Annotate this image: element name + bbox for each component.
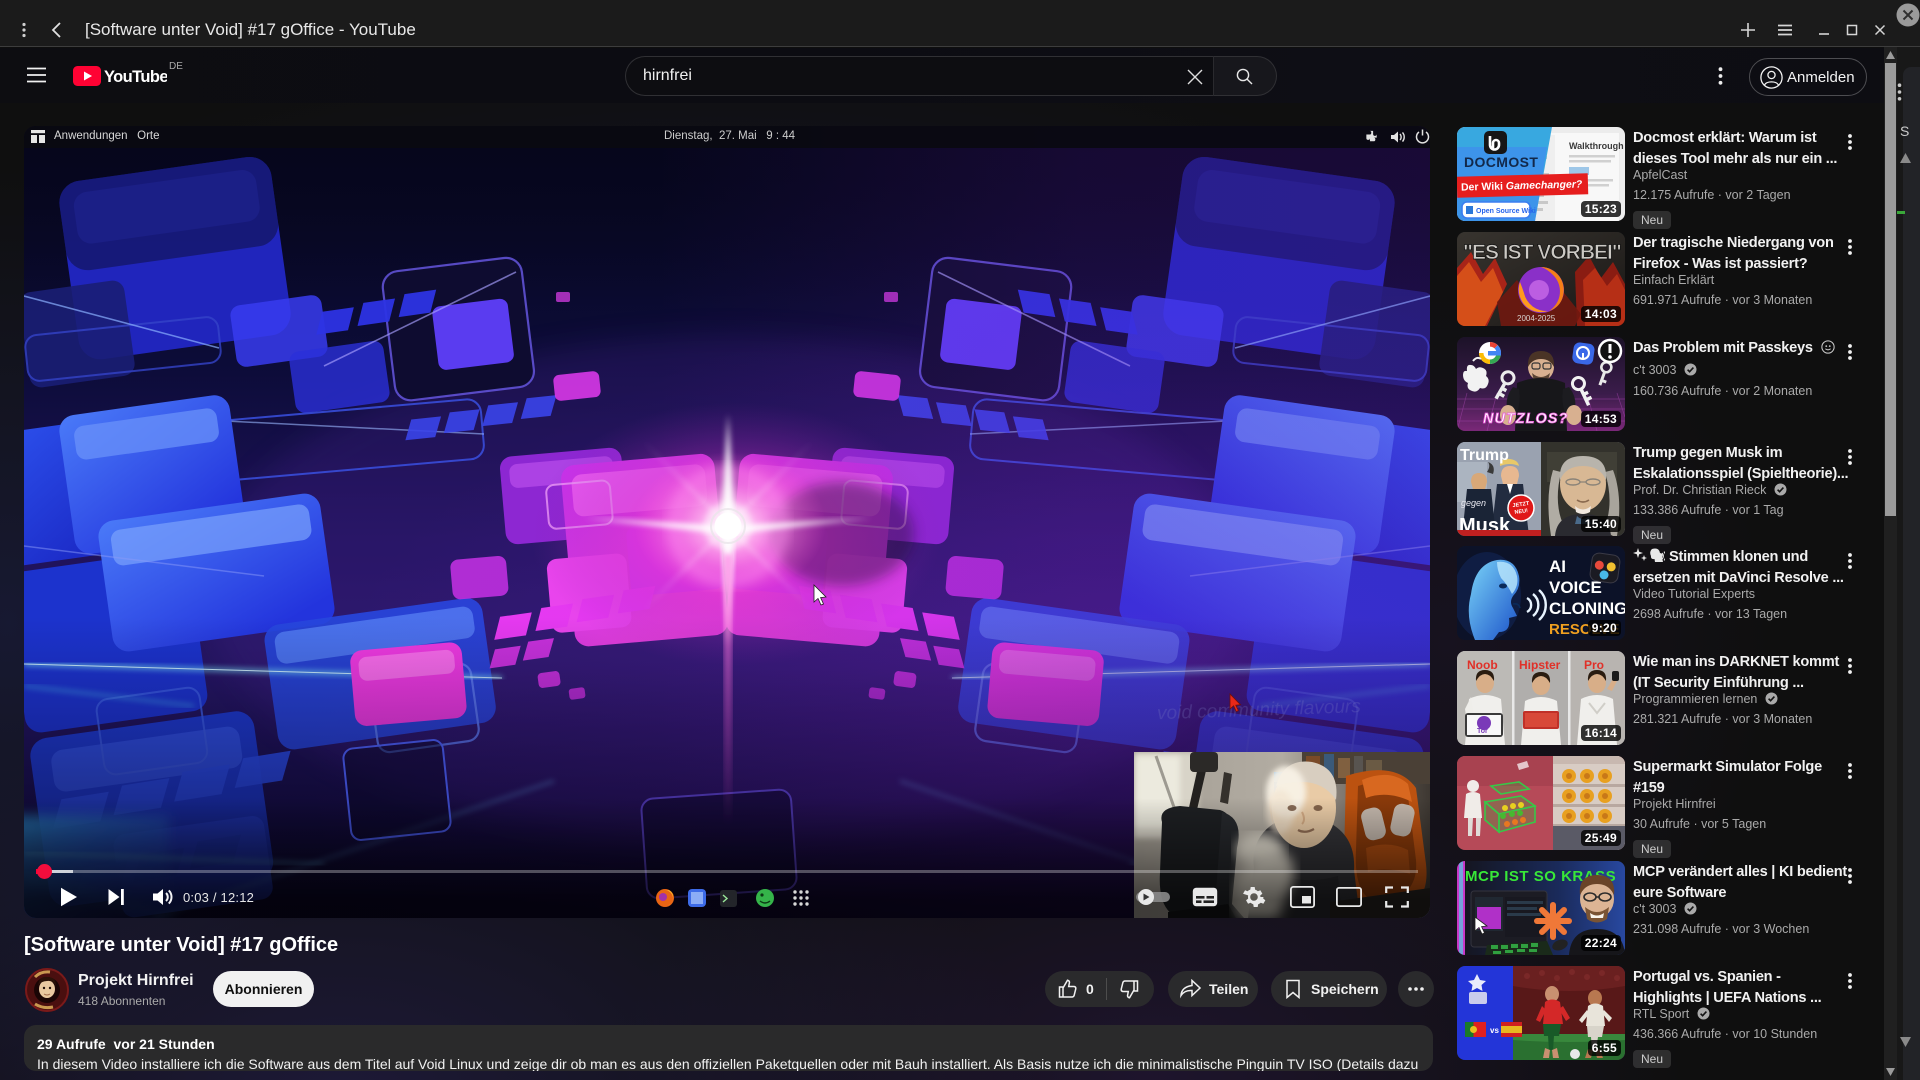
svg-text:vs: vs <box>1490 1026 1499 1035</box>
svg-text:Noob: Noob <box>1467 658 1498 672</box>
svg-text:Walkthrough: Walkthrough <box>1569 141 1624 151</box>
svg-text:Hipster: Hipster <box>1519 658 1561 672</box>
svg-text:Pro: Pro <box>1584 658 1604 672</box>
svg-text:gegen: gegen <box>1461 498 1486 508</box>
svg-text:Open Source Wiki: Open Source Wiki <box>1476 208 1536 215</box>
svg-text:AI: AI <box>1549 557 1566 576</box>
svg-text:"ES IST VORBEI": "ES IST VORBEI" <box>1463 241 1621 264</box>
svg-text:DOCMOST: DOCMOST <box>1464 154 1538 170</box>
svg-text:VOICE: VOICE <box>1549 578 1602 597</box>
svg-text:2004-2025: 2004-2025 <box>1517 314 1556 323</box>
svg-text:NUTZLOS?: NUTZLOS? <box>1483 411 1568 427</box>
svg-text:Tor: Tor <box>1477 728 1488 735</box>
svg-text:CLONING: CLONING <box>1549 599 1625 618</box>
svg-text:Trump: Trump <box>1460 447 1509 464</box>
svg-text:YouTube: YouTube <box>104 68 167 86</box>
